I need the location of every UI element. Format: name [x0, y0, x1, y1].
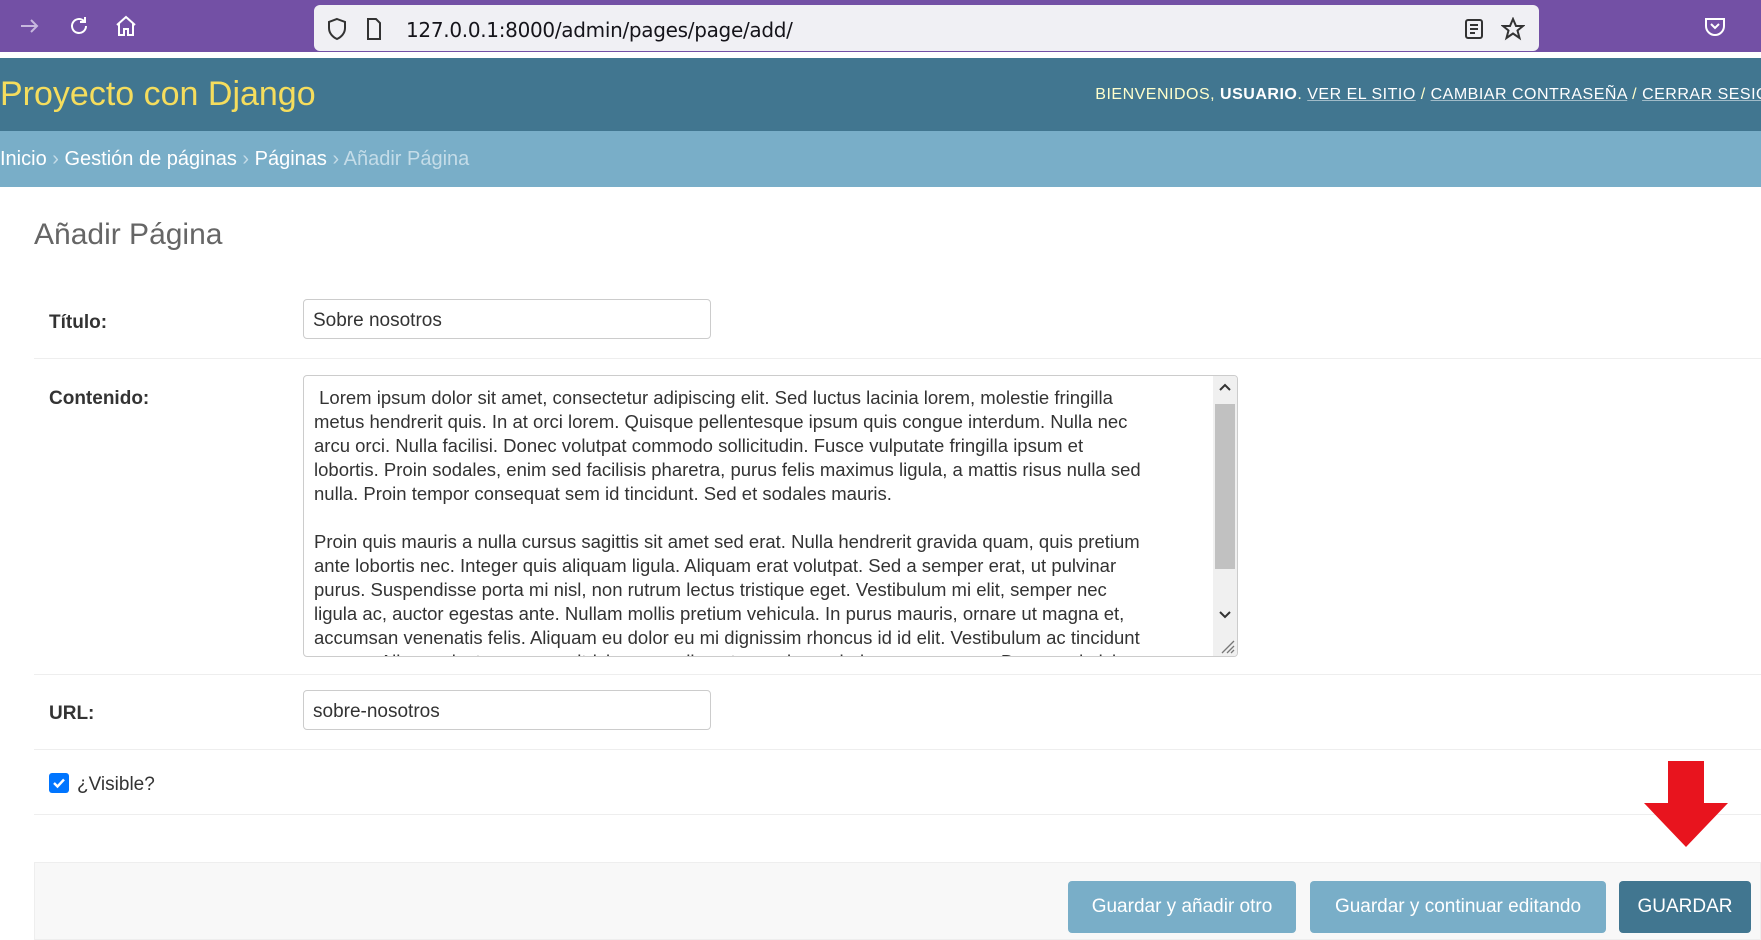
save-button[interactable]: GUARDAR [1619, 881, 1751, 933]
breadcrumb-paginas[interactable]: Páginas [255, 148, 327, 170]
page-icon[interactable] [362, 17, 386, 41]
bookmark-star-icon[interactable] [1500, 16, 1526, 41]
textarea-line: magna. Aliquam lectus neque, ultricies a… [314, 650, 1199, 656]
logout-link[interactable]: CERRAR SESIÓ [1642, 86, 1761, 103]
textarea-scrollbar[interactable] [1213, 376, 1237, 656]
textarea-line [314, 506, 1199, 530]
textarea-line: accumsan venenatis felis. Aliquam eu dol… [314, 627, 1140, 648]
welcome-text: BIENVENIDOS, [1095, 86, 1216, 103]
save-continue-button[interactable]: Guardar y continuar editando [1310, 881, 1606, 933]
contenido-text: Lorem ipsum dolor sit amet, consectetur … [314, 386, 1199, 656]
site-branding[interactable]: Proyecto con Django [0, 75, 316, 114]
visible-label[interactable]: ¿Visible? [77, 774, 155, 796]
browser-toolbar: 127.0.0.1:8000/admin/pages/page/add/ [0, 0, 1761, 52]
textarea-line: Lorem ipsum dolor sit amet, consectetur … [314, 387, 1113, 408]
view-site-link[interactable]: VER EL SITIO [1307, 86, 1416, 103]
contenido-label: Contenido: [49, 388, 150, 409]
row-divider [34, 814, 1761, 815]
pocket-icon[interactable] [1703, 14, 1727, 38]
textarea-line: metus hendrerit quis. In at orci lorem. … [314, 411, 1128, 432]
breadcrumb-current: Añadir Página [343, 148, 470, 170]
breadcrumb-separator: › [332, 148, 340, 170]
visible-checkbox[interactable] [49, 773, 69, 793]
scroll-up-icon[interactable] [1213, 376, 1237, 400]
row-divider [34, 749, 1761, 750]
textarea-line: nulla. Proin tempor consequat sem id tin… [314, 483, 892, 504]
url-value: sobre-nosotros [313, 701, 440, 722]
titulo-value: Sobre nosotros [313, 310, 442, 331]
page-title: Añadir Página [34, 218, 223, 251]
textarea-line: ante lobortis nec. Integer quis aliquam … [314, 555, 1117, 576]
user-tools: BIENVENIDOS, USUARIO. VER EL SITIO / CAM… [1095, 86, 1761, 104]
separator: / [1632, 86, 1638, 103]
row-divider [34, 358, 1761, 359]
breadcrumb: Inicio › Gestión de páginas › Páginas › … [0, 131, 1761, 187]
textarea-line: purus. Suspendisse porta mi nisl, non ru… [314, 579, 1107, 600]
reader-view-icon[interactable] [1462, 17, 1486, 41]
titulo-label: Título: [49, 312, 108, 333]
home-icon[interactable] [114, 14, 138, 38]
breadcrumb-gestion[interactable]: Gestión de páginas [65, 148, 237, 170]
reload-icon[interactable] [67, 14, 91, 38]
scrollbar-thumb[interactable] [1215, 404, 1235, 569]
row-divider [34, 674, 1761, 675]
textarea-line: arcu orci. Nulla facilisi. Donec volutpa… [314, 435, 1084, 456]
textarea-line: ligula ac, auctor egestas ante. Nullam m… [314, 603, 1125, 624]
url-text[interactable]: 127.0.0.1:8000/admin/pages/page/add/ [406, 18, 793, 42]
address-bar[interactable]: 127.0.0.1:8000/admin/pages/page/add/ [314, 5, 1539, 51]
contenido-textarea[interactable]: Lorem ipsum dolor sit amet, consectetur … [303, 375, 1238, 657]
breadcrumb-separator: › [52, 148, 59, 170]
admin-header: Proyecto con Django BIENVENIDOS, USUARIO… [0, 58, 1761, 131]
forward-arrow-icon[interactable] [18, 14, 42, 38]
url-label: URL: [49, 703, 95, 724]
separator: / [1420, 86, 1426, 103]
breadcrumb-inicio[interactable]: Inicio [0, 148, 47, 170]
resize-grip-icon[interactable] [1217, 636, 1235, 654]
breadcrumb-separator: › [242, 148, 250, 170]
red-arrow-icon [1642, 761, 1730, 849]
scroll-down-icon[interactable] [1213, 602, 1237, 626]
shield-icon[interactable] [325, 17, 349, 41]
username: USUARIO [1220, 86, 1298, 103]
save-add-another-button[interactable]: Guardar y añadir otro [1068, 881, 1296, 933]
url-input[interactable]: sobre-nosotros [303, 690, 711, 730]
titulo-input[interactable]: Sobre nosotros [303, 299, 711, 339]
textarea-line: lobortis. Proin sodales, enim sed facili… [314, 459, 1141, 480]
change-password-link[interactable]: CAMBIAR CONTRASEÑA [1431, 86, 1628, 103]
textarea-line: Proin quis mauris a nulla cursus sagitti… [314, 531, 1140, 552]
